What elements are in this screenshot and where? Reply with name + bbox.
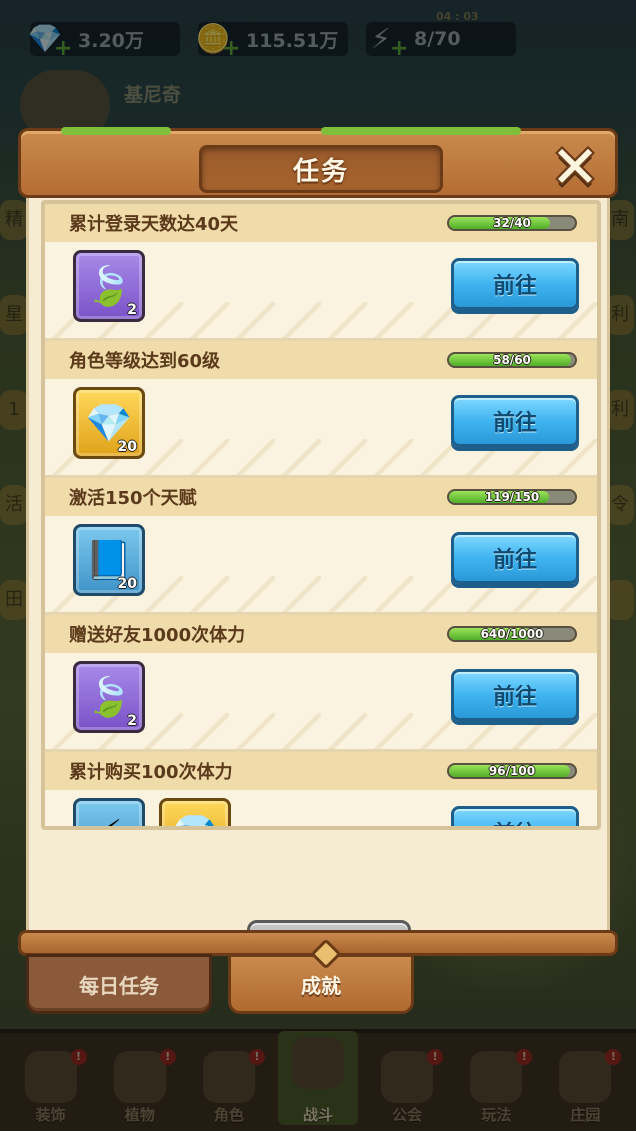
reward-list: ⚡ 💎	[73, 798, 231, 827]
task-body: 🍃 2 前往	[45, 242, 597, 338]
reward-quantity: 2	[127, 713, 137, 729]
panel-body: 累计登录天数达40天 32/40 🍃 2 前往 角色等级达到60级 58/60 …	[26, 186, 610, 976]
go-button[interactable]: 前往	[451, 806, 579, 826]
task-header: 赠送好友1000次体力 640/1000	[45, 615, 597, 653]
reward-list: 🍃 2	[73, 661, 145, 733]
grass-decoration	[321, 127, 521, 135]
grass-decoration	[61, 127, 171, 135]
lightning-icon: ⚡	[96, 812, 123, 826]
progress-text: 119/150	[484, 490, 540, 504]
title-plaque: 任务	[199, 145, 443, 193]
progress-text: 58/60	[493, 353, 531, 367]
reward-item[interactable]: 💎	[159, 798, 231, 827]
task-item: 角色等级达到60级 58/60 💎 20 前往	[45, 341, 597, 478]
panel-title: 任务	[292, 156, 349, 187]
task-header: 累计购买100次体力 96/100	[45, 752, 597, 790]
task-progress-bar: 119/150	[447, 489, 577, 505]
task-name: 累计购买100次体力	[69, 762, 233, 783]
task-header: 激活150个天赋 119/150	[45, 478, 597, 516]
tab-label: 成就	[301, 973, 341, 998]
reward-item[interactable]: 📘 20	[73, 524, 145, 596]
task-name: 角色等级达到60级	[69, 351, 221, 372]
task-progress-bar: 96/100	[447, 763, 577, 779]
reward-list: 🍃 2	[73, 250, 145, 322]
task-header: 角色等级达到60级 58/60	[45, 341, 597, 379]
task-progress-bar: 640/1000	[447, 626, 577, 642]
task-header: 累计登录天数达40天 32/40	[45, 204, 597, 242]
task-item: 累计登录天数达40天 32/40 🍃 2 前往	[45, 204, 597, 341]
reward-item[interactable]: 🍃 2	[73, 661, 145, 733]
task-list[interactable]: 累计登录天数达40天 32/40 🍃 2 前往 角色等级达到60级 58/60 …	[41, 200, 601, 830]
task-progress-bar: 32/40	[447, 215, 577, 231]
leaf-feather-icon: 🍃	[85, 674, 133, 719]
panel-header: 任务 ✕	[18, 127, 618, 201]
close-button[interactable]: ✕	[549, 133, 601, 201]
leaf-feather-icon: 🍃	[85, 263, 133, 308]
reward-quantity: 20	[117, 576, 137, 592]
task-item: 赠送好友1000次体力 640/1000 🍃 2 前往	[45, 615, 597, 752]
close-icon: ✕	[550, 133, 600, 201]
task-body: 💎 20 前往	[45, 379, 597, 475]
tab-daily-tasks[interactable]: 每日任务	[26, 954, 212, 1014]
task-progress-bar: 58/60	[447, 352, 577, 368]
task-body: 🍃 2 前往	[45, 653, 597, 749]
go-button[interactable]: 前往	[451, 395, 579, 447]
reward-list: 📘 20	[73, 524, 145, 596]
task-panel: 累计登录天数达40天 32/40 🍃 2 前往 角色等级达到60级 58/60 …	[18, 122, 618, 976]
reward-item[interactable]: ⚡	[73, 798, 145, 826]
diamond-icon: 💎	[171, 812, 218, 827]
progress-text: 640/1000	[480, 627, 544, 641]
go-button[interactable]: 前往	[451, 669, 579, 721]
reward-list: 💎 20	[73, 387, 145, 459]
go-button[interactable]: 前往	[451, 258, 579, 310]
reward-quantity: 20	[117, 439, 137, 455]
go-button[interactable]: 前往	[451, 532, 579, 584]
task-item: 激活150个天赋 119/150 📘 20 前往	[45, 478, 597, 615]
task-item: 累计购买100次体力 96/100 ⚡ 💎	[45, 752, 597, 827]
task-body: 📘 20 前往	[45, 516, 597, 612]
task-name: 累计登录天数达40天	[69, 214, 239, 235]
task-name: 赠送好友1000次体力	[69, 625, 246, 646]
task-name: 激活150个天赋	[69, 488, 197, 509]
reward-item[interactable]: 💎 20	[73, 387, 145, 459]
reward-item[interactable]: 🍃 2	[73, 250, 145, 322]
task-body: ⚡ 💎 前往	[45, 790, 597, 827]
progress-text: 96/100	[488, 764, 536, 778]
progress-text: 32/40	[493, 216, 531, 230]
tab-achievement[interactable]: 成就	[228, 938, 414, 1014]
reward-quantity: 2	[127, 302, 137, 318]
